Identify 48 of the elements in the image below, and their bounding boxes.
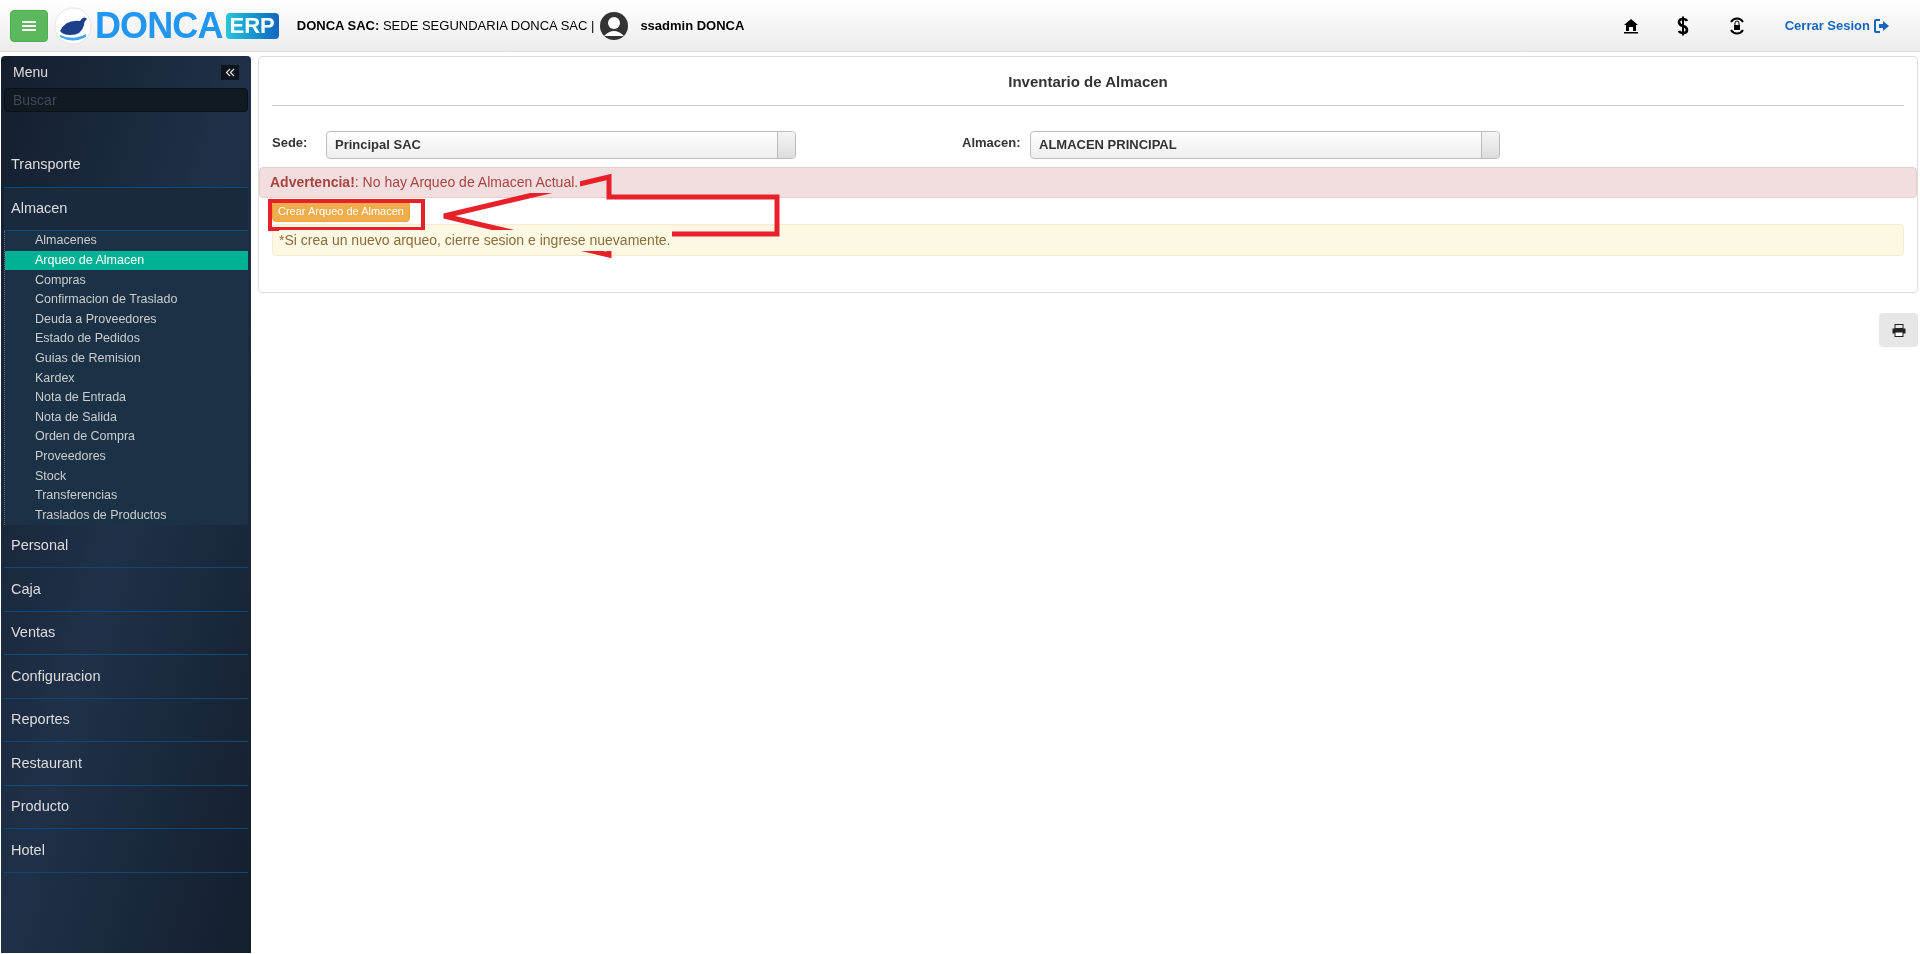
select-field[interactable]: ALMACEN PRINCIPAL [1030, 131, 1500, 159]
panel-title: Inventario de Almacen [1008, 71, 1168, 92]
user-name: ssadmin DONCA [640, 16, 745, 35]
brand-name: DONCA [95, 7, 223, 44]
home-icon[interactable] [1622, 17, 1639, 34]
submenu-item[interactable]: Traslados de Productos [5, 505, 248, 525]
sidebar-item[interactable]: Personal [4, 524, 248, 569]
menu-icon [22, 19, 36, 32]
submenu-item[interactable]: Deuda a Proveedores [5, 309, 248, 329]
field-label: Sede: [272, 134, 309, 152]
sidebar-item[interactable]: Transporte [4, 144, 248, 188]
sidebar-item[interactable]: Ventas [4, 611, 248, 656]
submenu-item[interactable]: Proveedores [5, 446, 248, 467]
whale-logo-icon [54, 6, 92, 45]
warning-alert: Advertencia!: No hay Arqueo de Almacen Actual. [259, 167, 1917, 198]
print-button[interactable] [1879, 313, 1918, 347]
double-chevron-icon [225, 67, 235, 77]
submenu-item[interactable]: Transferencias [5, 485, 248, 506]
sidebar-item[interactable]: Almacen [4, 187, 248, 231]
dollar-icon[interactable] [1676, 15, 1689, 36]
submenu-item[interactable]: Nota de Salida [5, 407, 248, 427]
sidebar-item[interactable]: Configuracion [4, 655, 248, 699]
avatar-icon [600, 11, 629, 40]
sidebar-item[interactable]: Hotel [4, 829, 248, 873]
sidebar-title: Menu [13, 62, 49, 82]
logout-link[interactable]: Cerrar Sesion [1784, 15, 1890, 36]
logout-icon [1874, 18, 1890, 33]
submenu-item[interactable]: Compras [5, 270, 248, 290]
print-icon [1891, 323, 1906, 337]
submenu-item[interactable]: Kardex [5, 368, 248, 388]
collapse-button[interactable] [221, 64, 239, 80]
submenu-item[interactable]: Nota de Entrada [5, 387, 248, 408]
submenu-item[interactable]: Guias de Remision [5, 348, 248, 369]
company-text: DONCA SAC: SEDE SEGUNDARIA DONCA SAC | [296, 16, 595, 35]
submenu-item[interactable]: Almacenes [5, 231, 248, 251]
select-field[interactable]: Principal SAC [326, 131, 796, 159]
field-label: Almacen: [962, 134, 1022, 152]
menu-button[interactable] [10, 9, 48, 42]
sidebar-item[interactable]: Caja [4, 568, 248, 612]
sidebar-item[interactable]: Restaurant [4, 742, 248, 786]
submenu-item[interactable]: Confirmacion de Traslado [5, 289, 248, 310]
sidebar-item[interactable]: Reportes [4, 698, 248, 743]
info-note: *Si crea un nuevo arqueo, cierre sesion e ingrese nuevamente. [272, 224, 1904, 256]
brand-badge: ERP [225, 12, 279, 39]
submenu-item[interactable]: Stock [5, 466, 248, 486]
sidebar-item[interactable]: Producto [4, 785, 248, 830]
submenu-item[interactable]: Estado de Pedidos [5, 328, 248, 349]
submenu-item[interactable]: Orden de Compra [5, 426, 248, 447]
